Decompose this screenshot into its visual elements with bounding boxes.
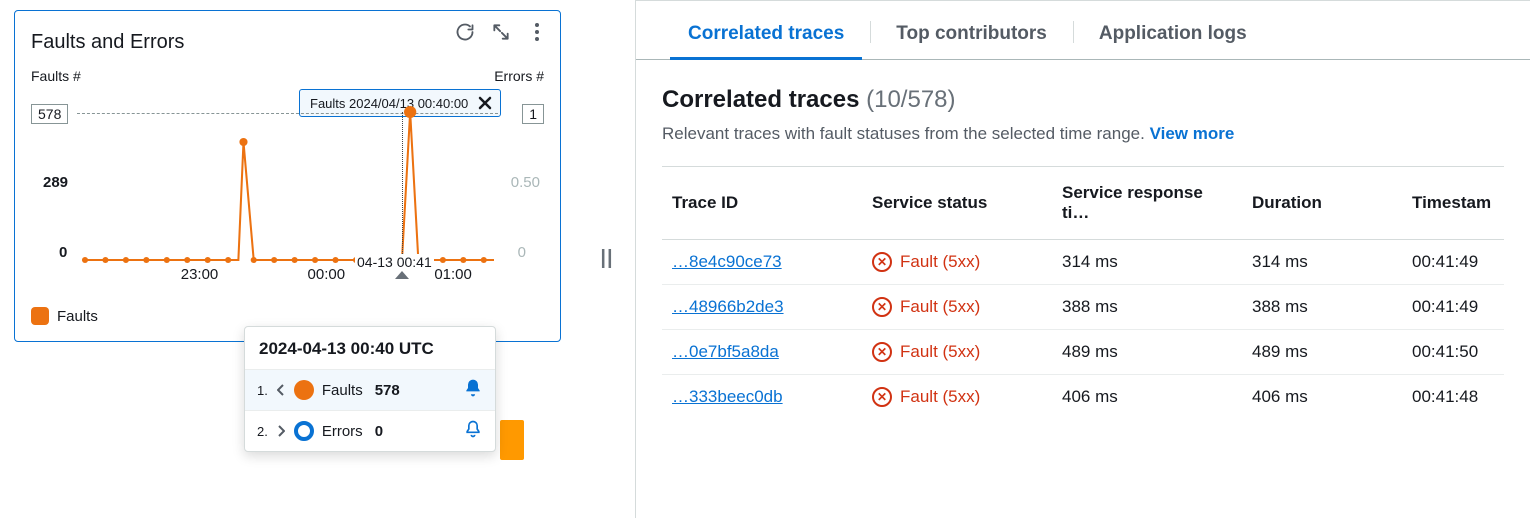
fault-icon: ✕: [872, 387, 892, 407]
x-tick: 00:00: [308, 266, 346, 283]
chart-tooltip-header: 2024-04-13 00:40 UTC: [245, 327, 495, 369]
tooltip-row-index: 1.: [257, 383, 268, 398]
traces-table: Trace ID Service status Service response…: [662, 166, 1504, 419]
cell-duration: 406 ms: [1242, 375, 1402, 419]
chart-time-marker-handle[interactable]: [395, 268, 409, 282]
section-title: Correlated traces: [662, 86, 859, 113]
column-trace-id[interactable]: Trace ID: [662, 177, 862, 229]
tooltip-row-label: Errors: [322, 423, 363, 440]
cell-response-time: 314 ms: [1052, 240, 1242, 284]
legend-label-faults: Faults: [57, 308, 98, 325]
more-menu-icon[interactable]: [526, 21, 548, 43]
table-row: …48966b2de3 ✕ Fault (5xx) 388 ms 388 ms 0…: [662, 284, 1504, 329]
cell-duration: 388 ms: [1242, 285, 1402, 329]
series-color-ring: [294, 421, 314, 441]
cell-duration: 314 ms: [1242, 240, 1402, 284]
y-right-max: 1: [522, 104, 544, 124]
trace-id-link[interactable]: …8e4c90ce73: [672, 252, 782, 271]
y-right-mid: 0.50: [511, 174, 540, 191]
tab-application-logs[interactable]: Application logs: [1073, 5, 1273, 59]
status-badge: ✕ Fault (5xx): [872, 297, 1042, 317]
chart-marker-label: 04-13 00:41: [355, 254, 434, 270]
fault-icon: ✕: [872, 297, 892, 317]
cell-timestamp: 00:41:48: [1402, 375, 1504, 419]
y-left-mid: 289: [43, 174, 68, 191]
x-tick: 01:00: [434, 266, 472, 283]
trace-id-link[interactable]: …48966b2de3: [672, 297, 784, 316]
cell-timestamp: 00:41:49: [1402, 285, 1504, 329]
table-row: …0e7bf5a8da ✕ Fault (5xx) 489 ms 489 ms 0…: [662, 329, 1504, 374]
section-header: Correlated traces (10/578): [662, 86, 1504, 114]
chart-time-marker[interactable]: [402, 112, 403, 270]
legend-swatch-faults: [31, 307, 49, 325]
right-axis-label: Errors #: [494, 68, 544, 84]
y-left-zero: 0: [59, 244, 67, 261]
expand-icon[interactable]: [490, 21, 512, 43]
section-count: (10/578): [866, 86, 955, 113]
status-badge: ✕ Fault (5xx): [872, 342, 1042, 362]
faults-errors-chart-card: Faults and Errors Faults # Errors # Faul…: [14, 10, 561, 342]
tab-top-contributors[interactable]: Top contributors: [870, 5, 1073, 59]
tab-correlated-traces[interactable]: Correlated traces: [662, 5, 870, 59]
chart-tooltip: 2024-04-13 00:40 UTC 1. Faults 578 2.: [244, 326, 496, 452]
cell-duration: 489 ms: [1242, 330, 1402, 374]
status-text: Fault (5xx): [900, 387, 980, 407]
tooltip-row-value: 0: [375, 423, 455, 440]
column-service-status[interactable]: Service status: [862, 177, 1052, 229]
table-header-row: Trace ID Service status Service response…: [662, 166, 1504, 240]
series-color-dot: [294, 380, 314, 400]
tooltip-row-label: Faults: [322, 382, 363, 399]
y-right-zero: 0: [518, 244, 526, 261]
status-text: Fault (5xx): [900, 252, 980, 272]
column-timestamp[interactable]: Timestam: [1402, 177, 1504, 229]
panel-resize-handle[interactable]: ┃┃: [598, 249, 611, 269]
section-subtitle: Relevant traces with fault statuses from…: [662, 124, 1504, 144]
panel-behind-stub: [500, 420, 524, 460]
chevron-left-icon[interactable]: [276, 384, 286, 396]
tooltip-row-index: 2.: [257, 424, 268, 439]
table-body: …8e4c90ce73 ✕ Fault (5xx) 314 ms 314 ms 0…: [662, 240, 1504, 419]
table-row: …333beec0db ✕ Fault (5xx) 406 ms 406 ms 0…: [662, 374, 1504, 419]
cell-response-time: 489 ms: [1052, 330, 1242, 374]
bell-icon[interactable]: [463, 378, 483, 402]
fault-icon: ✕: [872, 342, 892, 362]
status-text: Fault (5xx): [900, 342, 980, 362]
status-badge: ✕ Fault (5xx): [872, 387, 1042, 407]
chart-legend: Faults: [31, 307, 544, 325]
column-service-response-time[interactable]: Service response ti…: [1052, 167, 1242, 239]
status-text: Fault (5xx): [900, 297, 980, 317]
refresh-icon[interactable]: [454, 21, 476, 43]
tooltip-row-value: 578: [375, 382, 455, 399]
chart-plot-area[interactable]: 578 289 0 1 0.50 0: [31, 104, 544, 289]
section-subtitle-text: Relevant traces with fault statuses from…: [662, 124, 1150, 143]
fault-icon: ✕: [872, 252, 892, 272]
chart-tooltip-row-errors[interactable]: 2. Errors 0: [245, 410, 495, 451]
y-left-max: 578: [31, 104, 68, 124]
cell-timestamp: 00:41:49: [1402, 240, 1504, 284]
cell-response-time: 406 ms: [1052, 375, 1242, 419]
status-badge: ✕ Fault (5xx): [872, 252, 1042, 272]
trace-id-link[interactable]: …0e7bf5a8da: [672, 342, 779, 361]
chart-tooltip-row-faults[interactable]: 1. Faults 578: [245, 369, 495, 410]
table-row: …8e4c90ce73 ✕ Fault (5xx) 314 ms 314 ms 0…: [662, 240, 1504, 284]
tabs: Correlated traces Top contributors Appli…: [636, 5, 1530, 60]
column-duration[interactable]: Duration: [1242, 177, 1402, 229]
cell-response-time: 388 ms: [1052, 285, 1242, 329]
x-tick: 23:00: [181, 266, 219, 283]
trace-id-link[interactable]: …333beec0db: [672, 387, 783, 406]
left-axis-label: Faults #: [31, 68, 81, 84]
view-more-link[interactable]: View more: [1150, 124, 1235, 143]
bell-outline-icon[interactable]: [463, 419, 483, 443]
cell-timestamp: 00:41:50: [1402, 330, 1504, 374]
chevron-right-icon[interactable]: [276, 425, 286, 437]
